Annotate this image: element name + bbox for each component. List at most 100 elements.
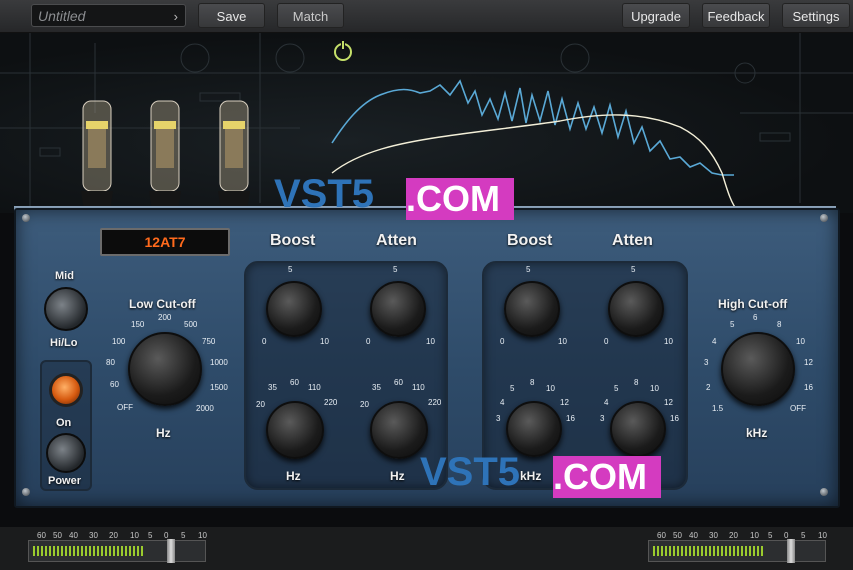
high-freq-scale-right: 10 (650, 384, 659, 393)
low-freq-unit-2: Hz (390, 469, 405, 483)
right-meter-scale: 20 (729, 531, 738, 540)
low-boost-scale-max: 10 (320, 337, 329, 346)
low-boost-scale-mid: 5 (288, 265, 293, 274)
vacuum-tube-1 (79, 93, 115, 217)
high-atten-scale-max: 10 (664, 337, 673, 346)
settings-button[interactable]: Settings (782, 3, 850, 28)
low-freq-scale: 220 (324, 398, 338, 407)
low-cut-scale: 80 (106, 358, 115, 367)
left-meter-scale: 60 (37, 531, 46, 540)
on-label: On (56, 417, 72, 429)
high-atten-knob[interactable] (608, 281, 664, 337)
low-atten-scale-mid: 5 (393, 265, 398, 274)
high-cut-scale: 4 (712, 337, 717, 346)
left-meter-scale: 10 (198, 531, 207, 540)
low-cut-scale: 500 (184, 320, 198, 329)
low-boost-freq-knob[interactable] (266, 401, 324, 459)
low-atten-knob[interactable] (370, 281, 426, 337)
low-cut-scale: 150 (131, 320, 145, 329)
low-freq-scale: 110 (308, 383, 321, 392)
high-freq-scale-right: 4 (604, 398, 609, 407)
tube-type-display[interactable]: 12AT7 (100, 228, 230, 256)
right-meter-scale: 40 (689, 531, 698, 540)
low-cut-unit: Hz (156, 426, 171, 440)
high-cut-knob[interactable] (721, 332, 795, 406)
chevron-right-icon[interactable]: › (174, 5, 178, 28)
high-freq-scale-left: 3 (496, 414, 501, 423)
high-cut-scale: 10 (796, 337, 805, 346)
right-meter-scale: 50 (673, 531, 682, 540)
high-freq-scale-left: 16 (566, 414, 575, 423)
vacuum-tube-2 (147, 93, 183, 217)
high-cut-scale: 1.5 (712, 404, 724, 413)
low-atten-label: Atten (376, 232, 417, 249)
high-freq-scale-right: 3 (600, 414, 605, 423)
left-meter-scale: 50 (53, 531, 62, 540)
feedback-button[interactable]: Feedback (702, 3, 770, 28)
low-cut-title: Low Cut-off (129, 297, 196, 311)
high-boost-label: Boost (507, 232, 553, 249)
hilo-label: Hi/Lo (50, 337, 78, 349)
toolbar: Untitled › Save Match Upgrade Feedback S… (0, 0, 853, 33)
low-boost-scale-min: 0 (262, 337, 267, 346)
high-freq-scale-left: 5 (510, 384, 515, 393)
vacuum-tube-3 (216, 93, 252, 217)
high-freq-scale-right: 8 (634, 378, 639, 387)
low-cut-scale: 60 (110, 380, 119, 389)
mid-hilo-switch[interactable] (44, 287, 88, 331)
low-freq-scale: 110 (412, 383, 425, 392)
high-freq-scale-left: 12 (560, 398, 569, 407)
right-meter-scale: 60 (657, 531, 666, 540)
power-icon[interactable] (334, 41, 352, 61)
low-boost-knob[interactable] (266, 281, 322, 337)
high-cut-unit: kHz (746, 426, 768, 440)
right-meter-scale: 5 (801, 531, 806, 540)
mid-label: Mid (55, 270, 74, 282)
low-freq-scale: 35 (268, 383, 277, 392)
low-cut-scale: 1000 (210, 358, 228, 367)
power-label: Power (48, 475, 82, 487)
output-gain-slider[interactable] (787, 539, 795, 563)
save-button[interactable]: Save (198, 3, 265, 28)
low-freq-scale: 60 (290, 378, 299, 387)
input-gain-slider[interactable] (167, 539, 175, 563)
low-cut-scale: 1500 (210, 383, 228, 392)
high-cut-scale: 8 (777, 320, 782, 329)
high-atten-scale-min: 0 (604, 337, 609, 346)
screw (820, 214, 828, 222)
power-switch[interactable] (46, 433, 86, 473)
match-button[interactable]: Match (277, 3, 344, 28)
preset-name: Untitled (38, 8, 86, 24)
left-meter-scale: 10 (130, 531, 139, 540)
screw (22, 488, 30, 496)
low-cut-knob[interactable] (128, 332, 202, 406)
watermark-com-top: .COM (406, 178, 514, 220)
high-atten-label: Atten (612, 232, 653, 249)
left-meter-scale: 5 (181, 531, 186, 540)
high-atten-freq-knob[interactable] (610, 401, 666, 457)
right-meter-scale: 30 (709, 531, 718, 540)
input-meter (28, 539, 206, 563)
left-meter-scale: 20 (109, 531, 118, 540)
right-meter-scale: 10 (750, 531, 759, 540)
preset-name-field[interactable]: Untitled › (31, 4, 186, 27)
left-meter-scale: 5 (148, 531, 153, 540)
low-atten-scale-min: 0 (366, 337, 371, 346)
high-cut-title: High Cut-off (718, 297, 788, 311)
low-freq-unit-1: Hz (286, 469, 301, 483)
right-meter-scale: 5 (768, 531, 773, 540)
screw (820, 488, 828, 496)
high-cut-scale: 5 (730, 320, 735, 329)
high-atten-scale-mid: 5 (631, 265, 636, 274)
low-cut-scale-off: OFF (117, 403, 133, 412)
right-meter-scale: 10 (818, 531, 827, 540)
low-cut-scale: 2000 (196, 404, 214, 413)
high-cut-scale-off: OFF (790, 404, 806, 413)
high-freq-unit-1: kHz (520, 469, 542, 483)
low-cut-scale: 200 (158, 313, 172, 322)
high-boost-freq-knob[interactable] (506, 401, 562, 457)
upgrade-button[interactable]: Upgrade (622, 3, 690, 28)
high-boost-knob[interactable] (504, 281, 560, 337)
high-freq-scale-left: 4 (500, 398, 505, 407)
high-freq-scale-right: 12 (664, 398, 673, 407)
